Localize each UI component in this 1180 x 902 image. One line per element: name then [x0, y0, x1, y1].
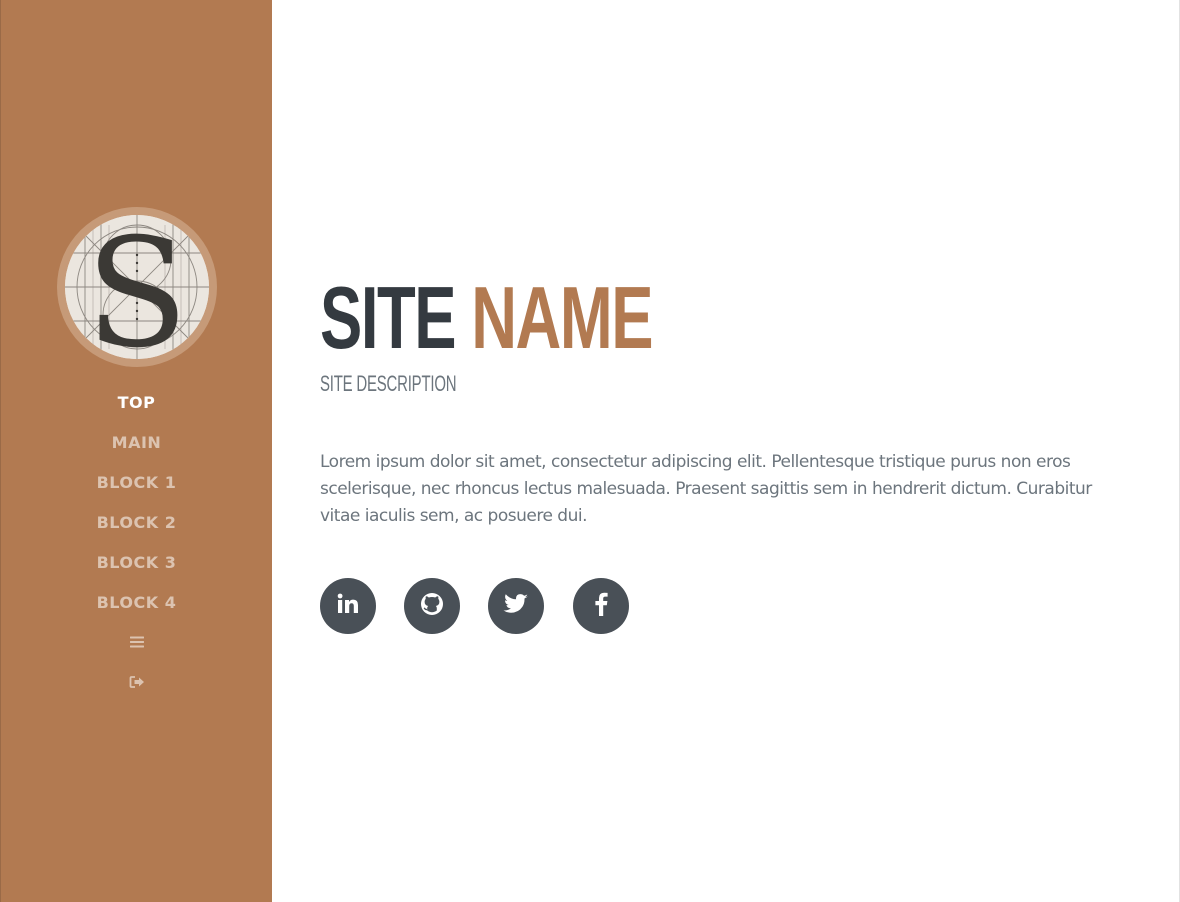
facebook-button[interactable]: [573, 578, 629, 634]
sidebar: S TOP MAIN BLOCK 1 BLOCK 2 BLOCK 3 BLOCK…: [0, 0, 272, 902]
site-title-first: SITE: [320, 268, 457, 367]
linkedin-icon: [336, 592, 360, 620]
nav-item-sign-out[interactable]: [1, 663, 272, 703]
avatar-ring: S: [57, 207, 217, 367]
github-button[interactable]: [404, 578, 460, 634]
nav-item-menu[interactable]: [1, 623, 272, 663]
linkedin-button[interactable]: [320, 578, 376, 634]
nav-item-block-2[interactable]: BLOCK 2: [1, 503, 272, 543]
facebook-icon: [593, 591, 609, 621]
sign-out-icon: [129, 664, 145, 704]
monogram-s-icon: S: [65, 215, 209, 359]
intro-paragraph: Lorem ipsum dolor sit amet, consectetur …: [320, 452, 1092, 526]
svg-text:S: S: [86, 215, 189, 359]
site-title: SITE NAME: [320, 268, 653, 368]
nav-item-block-4[interactable]: BLOCK 4: [1, 583, 272, 623]
github-icon: [419, 591, 445, 621]
social-links: [320, 578, 650, 634]
nav-item-block-1[interactable]: BLOCK 1: [1, 463, 272, 503]
twitter-icon: [503, 593, 529, 619]
menu-icon: [129, 624, 145, 664]
nav-item-top[interactable]: TOP: [1, 383, 272, 423]
page: S TOP MAIN BLOCK 1 BLOCK 2 BLOCK 3 BLOCK…: [0, 0, 1180, 902]
nav-item-block-3[interactable]: BLOCK 3: [1, 543, 272, 583]
avatar[interactable]: S: [65, 215, 209, 359]
site-title-second: NAME: [471, 268, 653, 367]
nav-item-main[interactable]: MAIN: [1, 423, 272, 463]
site-description: SITE DESCRIPTION: [320, 371, 457, 396]
twitter-button[interactable]: [488, 578, 544, 634]
sidebar-nav: TOP MAIN BLOCK 1 BLOCK 2 BLOCK 3 BLOCK 4: [1, 383, 272, 703]
